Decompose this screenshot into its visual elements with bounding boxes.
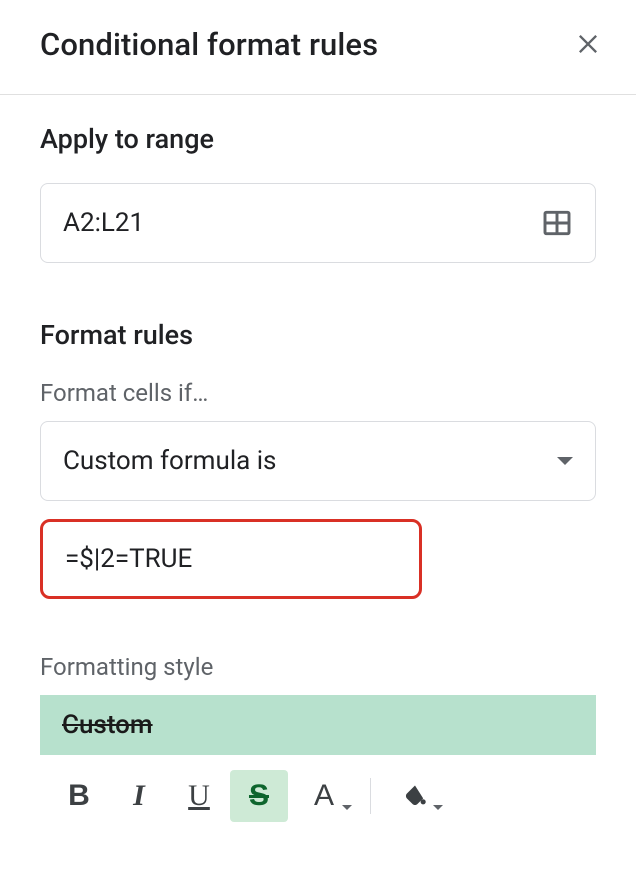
text-color-icon: A xyxy=(314,779,334,813)
toolbar-separator xyxy=(370,778,371,814)
bold-button[interactable]: B xyxy=(50,770,108,822)
underline-button[interactable]: U xyxy=(170,770,228,822)
condition-select[interactable]: Custom formula is xyxy=(40,421,596,501)
style-preview-text: Custom xyxy=(62,710,153,740)
format-cells-if-label: Format cells if… xyxy=(40,379,596,407)
fill-color-button[interactable] xyxy=(381,770,449,822)
formula-input-container[interactable] xyxy=(40,519,422,599)
chevron-down-icon xyxy=(342,805,352,810)
select-range-icon[interactable] xyxy=(541,207,573,239)
text-color-button[interactable]: A xyxy=(290,770,358,822)
chevron-down-icon xyxy=(557,457,573,465)
formatting-toolbar: B I U S A xyxy=(40,765,596,827)
panel-header: Conditional format rules xyxy=(0,0,636,95)
close-icon xyxy=(574,30,602,58)
panel-body: Apply to range A2:L21 Format rules Forma… xyxy=(0,95,636,827)
formatting-style-label: Formatting style xyxy=(40,653,596,681)
condition-selected-value: Custom formula is xyxy=(63,446,276,476)
fill-color-icon xyxy=(401,782,429,810)
formula-input[interactable] xyxy=(63,543,399,575)
close-button[interactable] xyxy=(568,24,608,64)
panel-title: Conditional format rules xyxy=(40,26,378,63)
format-rules-heading: Format rules xyxy=(40,319,596,351)
style-preview[interactable]: Custom xyxy=(40,695,596,755)
range-input[interactable]: A2:L21 xyxy=(40,183,596,263)
italic-button[interactable]: I xyxy=(110,770,168,822)
chevron-down-icon xyxy=(433,805,443,810)
apply-to-range-heading: Apply to range xyxy=(40,123,596,155)
strikethrough-button[interactable]: S xyxy=(230,770,288,822)
range-value: A2:L21 xyxy=(63,208,144,238)
